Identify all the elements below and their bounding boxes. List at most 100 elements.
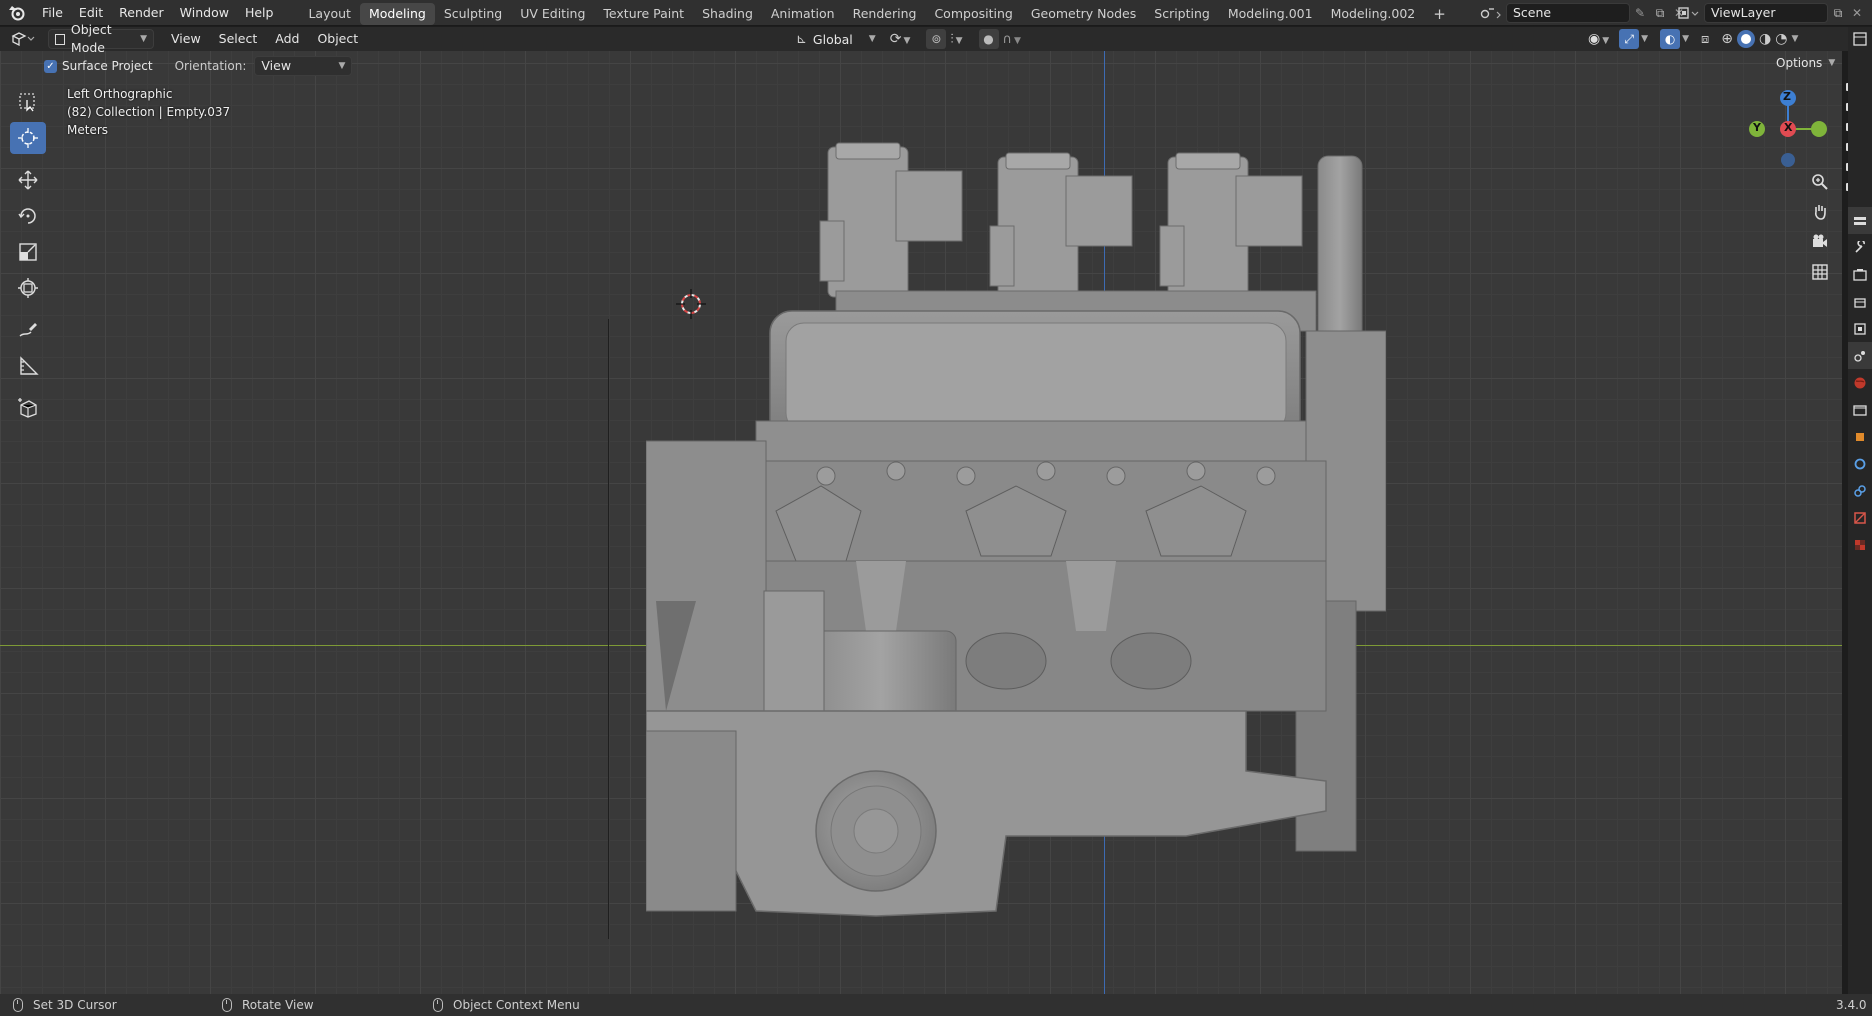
gizmo-toggle-icon[interactable]: ⤢ [1619, 29, 1640, 49]
tool-settings-tab-icon[interactable] [1848, 207, 1872, 234]
tab-animation[interactable]: Animation [762, 3, 844, 25]
world-properties-icon[interactable] [1848, 369, 1872, 396]
pan-view-icon[interactable] [1806, 198, 1834, 226]
delete-view-layer-icon[interactable]: ✕ [1848, 6, 1866, 20]
wrench-tool-icon[interactable] [1848, 234, 1872, 261]
shading-material-icon[interactable]: ◑ [1759, 31, 1771, 47]
transform-orientation-label: Global [812, 31, 853, 47]
empty-object-line[interactable] [608, 319, 609, 939]
proportional-edit-icon[interactable]: ● [978, 29, 999, 49]
chevron-down-icon: ▼ [140, 34, 147, 44]
tab-modeling[interactable]: Modeling [359, 3, 435, 25]
header-menu-view[interactable]: View [162, 27, 210, 51]
tab-compositing[interactable]: Compositing [925, 3, 1021, 25]
units-label: Meters [67, 123, 109, 137]
select-box-tool-icon[interactable] [10, 86, 46, 118]
view-layer-name-field[interactable]: ViewLayer [1704, 3, 1828, 23]
camera-view-icon[interactable] [1806, 228, 1834, 256]
chevron-down-icon: ▼ [1828, 58, 1836, 68]
menu-help[interactable]: Help [237, 0, 282, 26]
new-view-layer-icon[interactable]: ⧉ [1828, 6, 1848, 21]
data-properties-icon[interactable] [1848, 504, 1872, 531]
tab-scripting[interactable]: Scripting [1145, 3, 1219, 25]
pin-scene-icon[interactable]: ✎ [1630, 6, 1650, 20]
shading-solid-icon[interactable] [1737, 30, 1755, 48]
shading-rendered-icon[interactable]: ◔ [1775, 31, 1787, 47]
view-layer-properties-icon[interactable] [1848, 315, 1872, 342]
snap-target-icon[interactable]: ⫶ ▼ [950, 32, 962, 47]
modifier-properties-icon[interactable] [1848, 450, 1872, 477]
falloff-icon[interactable]: ∩ ▼ [1003, 32, 1021, 47]
scene-name-field[interactable]: Scene [1506, 3, 1630, 23]
xray-toggle-icon[interactable]: ⧈ [1701, 32, 1709, 47]
constraint-properties-icon[interactable] [1848, 477, 1872, 504]
checkbox-checked-icon: ✓ [44, 59, 57, 73]
shading-dropdown-icon[interactable]: ▼ [1791, 34, 1798, 44]
rotate-tool-icon[interactable] [10, 200, 46, 232]
gizmo-dropdown-icon[interactable]: ▼ [1641, 34, 1648, 44]
surface-project-checkbox[interactable]: ✓ Surface Project [44, 59, 153, 73]
toggle-perspective-icon[interactable] [1806, 258, 1834, 286]
gizmo-z-label: Z [1783, 90, 1791, 103]
scene-selector-icon[interactable] [1476, 3, 1506, 23]
transform-orientation-selector[interactable]: ⊾ Global ▼ [796, 29, 876, 49]
pivot-point-icon[interactable]: ⟳ ▼ [890, 31, 911, 47]
measure-tool-icon[interactable] [10, 350, 46, 382]
orientation-value: View [261, 58, 292, 73]
header-menu-add[interactable]: Add [266, 27, 308, 51]
collection-info-label: (82) Collection | Empty.037 [67, 105, 231, 119]
scene-properties-icon[interactable] [1848, 342, 1872, 369]
properties-editor-icon[interactable] [1848, 27, 1872, 51]
3d-viewport[interactable] [0, 51, 1842, 994]
tab-geometry-nodes[interactable]: Geometry Nodes [1022, 3, 1145, 25]
add-workspace-button[interactable]: + [1424, 3, 1455, 25]
options-dropdown[interactable]: Options ▼ [1776, 56, 1835, 70]
cursor-tool-icon[interactable] [10, 122, 46, 154]
menu-window[interactable]: Window [172, 0, 237, 26]
add-cube-tool-icon[interactable] [10, 392, 46, 424]
menu-file[interactable]: File [34, 0, 71, 26]
overlay-dropdown-icon[interactable]: ▼ [1682, 34, 1689, 44]
overlay-toggle-icon[interactable]: ◐ [1660, 29, 1681, 49]
object-properties-icon[interactable] [1848, 423, 1872, 450]
render-properties-icon[interactable] [1848, 261, 1872, 288]
shading-wireframe-icon[interactable]: ⊕ [1721, 31, 1733, 47]
chevron-down-icon: ▼ [868, 34, 876, 44]
top-menu-bar: File Edit Render Window Help Layout Mode… [0, 0, 1872, 26]
mode-selector[interactable]: Object Mode ▼ [48, 22, 154, 55]
viewport-header: Object Mode ▼ View Select Add Object ⊾ G… [0, 22, 1848, 55]
version-label: 3.4.0 [1836, 998, 1867, 1012]
engine-model[interactable] [645, 91, 1387, 931]
editor-type-icon[interactable] [6, 27, 40, 51]
orientation-dropdown[interactable]: View ▼ [254, 56, 353, 76]
scale-tool-icon[interactable] [10, 236, 46, 268]
blender-logo-icon[interactable] [0, 0, 34, 26]
tab-layout[interactable]: Layout [299, 3, 360, 25]
global-orientation-icon: ⊾ [796, 31, 807, 47]
texture-properties-icon[interactable] [1848, 531, 1872, 558]
navigation-gizmo[interactable]: Z Y X [1745, 86, 1831, 172]
tab-shading[interactable]: Shading [693, 3, 762, 25]
tab-sculpting[interactable]: Sculpting [435, 3, 511, 25]
status-right-click: Object Context Menu [453, 998, 580, 1012]
surface-project-label: Surface Project [62, 59, 153, 73]
tab-texture-paint[interactable]: Texture Paint [594, 3, 693, 25]
header-menu-select[interactable]: Select [210, 27, 267, 51]
collection-properties-icon[interactable] [1848, 396, 1872, 423]
new-scene-icon[interactable]: ⧉ [1650, 6, 1670, 21]
annotate-tool-icon[interactable] [10, 314, 46, 346]
view-layer-selector-icon[interactable] [1674, 3, 1704, 23]
tab-uv-editing[interactable]: UV Editing [511, 3, 594, 25]
header-menu-object[interactable]: Object [308, 27, 367, 51]
transform-tool-icon[interactable] [10, 272, 46, 304]
output-properties-icon[interactable] [1848, 288, 1872, 315]
visibility-selector-icon[interactable]: ◉ ▼ [1588, 31, 1609, 47]
tab-modeling-001[interactable]: Modeling.001 [1219, 3, 1322, 25]
properties-tab-strip [1848, 27, 1872, 994]
snap-toggle-icon[interactable]: ⊚ [926, 29, 947, 49]
move-tool-icon[interactable] [10, 164, 46, 196]
view-name-label: Left Orthographic [67, 87, 173, 101]
tab-rendering[interactable]: Rendering [844, 3, 926, 25]
tab-modeling-002[interactable]: Modeling.002 [1322, 3, 1425, 25]
zoom-view-icon[interactable] [1806, 168, 1834, 196]
